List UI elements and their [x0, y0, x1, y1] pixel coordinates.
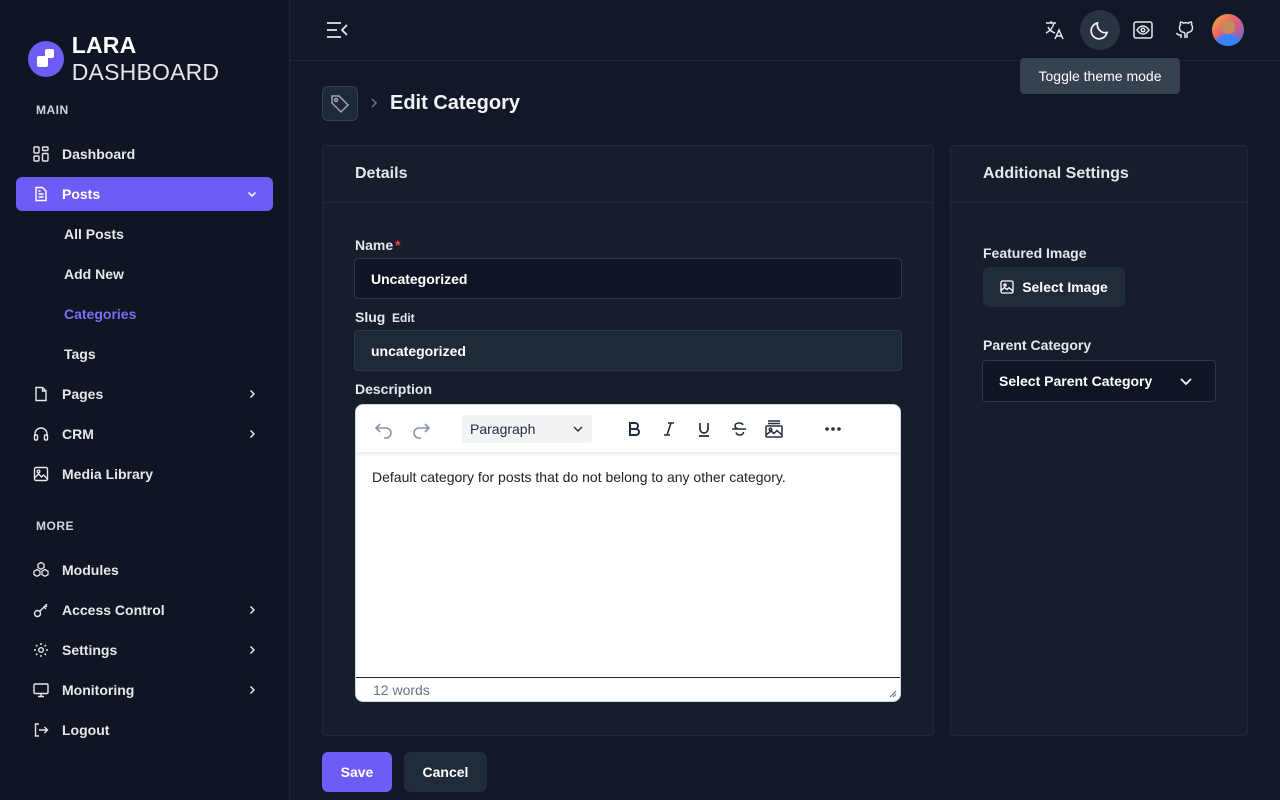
bold-icon[interactable] — [622, 417, 646, 441]
block-format-value: Paragraph — [470, 421, 536, 437]
chevron-right-icon — [249, 605, 256, 615]
resize-handle-icon[interactable] — [887, 688, 897, 698]
chevron-down-icon — [1180, 378, 1192, 386]
editor-statusbar: 12 words — [356, 677, 900, 701]
parent-category-select[interactable]: Select Parent Category — [982, 360, 1216, 402]
save-button[interactable]: Save — [322, 752, 392, 792]
slug-edit-link[interactable]: Edit — [392, 311, 415, 325]
sidebar-item-logout[interactable]: Logout — [16, 713, 273, 747]
sidebar-item-label: Monitoring — [62, 682, 135, 698]
theme-tooltip: Toggle theme mode — [1020, 58, 1180, 94]
page-icon — [32, 385, 50, 403]
top-header — [290, 0, 1280, 61]
more-options-icon[interactable] — [821, 417, 845, 441]
parent-category-label: Parent Category — [983, 337, 1092, 353]
key-icon — [32, 601, 50, 619]
chevron-right-icon — [371, 98, 378, 108]
insert-image-icon[interactable] — [762, 417, 786, 441]
chevron-down-icon — [573, 426, 583, 432]
moon-icon[interactable] — [1080, 10, 1120, 50]
additional-settings-card: Additional Settings — [950, 145, 1248, 736]
chevron-down-icon — [247, 191, 257, 198]
cancel-button[interactable]: Cancel — [404, 752, 487, 792]
description-label: Description — [355, 381, 433, 397]
name-label: Name * — [355, 237, 401, 253]
featured-image-label: Featured Image — [983, 245, 1087, 261]
sidebar-item-label: Settings — [62, 642, 118, 658]
brand-logo[interactable]: LARA DASHBOARD — [28, 32, 289, 86]
sidebar-subitem-categories[interactable]: Categories — [64, 306, 136, 322]
modules-icon — [32, 561, 50, 579]
logout-icon — [32, 721, 50, 739]
sidebar-item-modules[interactable]: Modules — [16, 553, 273, 587]
page-title: Edit Category — [390, 92, 521, 114]
rich-text-editor[interactable]: Paragraph Default category for posts tha… — [355, 404, 901, 702]
github-icon[interactable] — [1169, 15, 1199, 45]
sidebar-item-dashboard[interactable]: Dashboard — [16, 137, 273, 171]
sidebar-item-media-library[interactable]: Media Library — [16, 457, 273, 491]
editor-content[interactable]: Default category for posts that do not b… — [372, 469, 884, 485]
chevron-right-icon — [249, 389, 256, 399]
sidebar-item-label: Pages — [62, 386, 104, 402]
sidebar-item-settings[interactable]: Settings — [16, 633, 273, 667]
translate-icon[interactable] — [1040, 15, 1070, 45]
undo-icon[interactable] — [372, 417, 396, 441]
sidebar-subitem-tags[interactable]: Tags — [64, 346, 96, 362]
gear-icon — [32, 641, 50, 659]
sidebar-item-label: Dashboard — [62, 146, 136, 162]
editor-toolbar: Paragraph — [356, 405, 900, 452]
sidebar-item-label: Media Library — [62, 466, 154, 482]
chevron-right-icon — [249, 685, 256, 695]
monitor-icon — [32, 681, 50, 699]
sidebar-item-posts[interactable]: Posts — [16, 177, 273, 211]
brand-name: LARA DASHBOARD — [71, 32, 220, 85]
document-icon — [32, 185, 50, 203]
dashboard-icon — [32, 145, 50, 163]
chevron-right-icon — [249, 645, 256, 655]
tag-icon — [322, 86, 358, 121]
image-icon — [32, 465, 50, 483]
eye-icon[interactable] — [1128, 15, 1158, 45]
additional-settings-title: Additional Settings — [951, 146, 1247, 203]
required-marker: * — [395, 237, 401, 253]
block-format-select[interactable]: Paragraph — [462, 415, 592, 443]
logo-icon — [28, 41, 64, 77]
sidebar-subitem-add-new[interactable]: Add New — [64, 266, 124, 282]
slug-label: Slug — [355, 309, 386, 325]
sidebar-item-label: CRM — [62, 426, 94, 442]
select-image-button[interactable]: Select Image — [983, 267, 1125, 307]
name-field[interactable]: Uncategorized — [354, 258, 902, 299]
sidebar-subitem-all-posts[interactable]: All Posts — [64, 226, 124, 242]
sidebar-item-label: Posts — [62, 186, 101, 202]
sidebar-item-label: Access Control — [62, 602, 165, 618]
redo-icon[interactable] — [409, 417, 433, 441]
strikethrough-icon[interactable] — [727, 417, 751, 441]
image-icon — [1000, 280, 1014, 294]
section-label-main: MAIN — [36, 103, 69, 117]
sidebar-item-label: Modules — [62, 562, 119, 578]
select-image-label: Select Image — [1022, 279, 1108, 295]
word-count[interactable]: 12 words — [373, 682, 430, 698]
slug-field[interactable]: uncategorized — [354, 330, 902, 371]
menu-collapse-icon[interactable] — [326, 20, 348, 40]
details-card-title: Details — [323, 146, 933, 203]
underline-icon[interactable] — [692, 417, 716, 441]
sidebar-item-monitoring[interactable]: Monitoring — [16, 673, 273, 707]
sidebar-item-label: Logout — [62, 722, 110, 738]
avatar[interactable] — [1212, 14, 1244, 46]
chevron-right-icon — [249, 429, 256, 439]
sidebar-item-crm[interactable]: CRM — [16, 417, 273, 451]
parent-category-placeholder: Select Parent Category — [999, 373, 1153, 389]
italic-icon[interactable] — [657, 417, 681, 441]
section-label-more: MORE — [36, 519, 74, 533]
headset-icon — [32, 425, 50, 443]
sidebar-item-access-control[interactable]: Access Control — [16, 593, 273, 627]
sidebar-item-pages[interactable]: Pages — [16, 377, 273, 411]
sidebar: LARA DASHBOARD MAIN Dashboard Posts All … — [0, 0, 290, 800]
